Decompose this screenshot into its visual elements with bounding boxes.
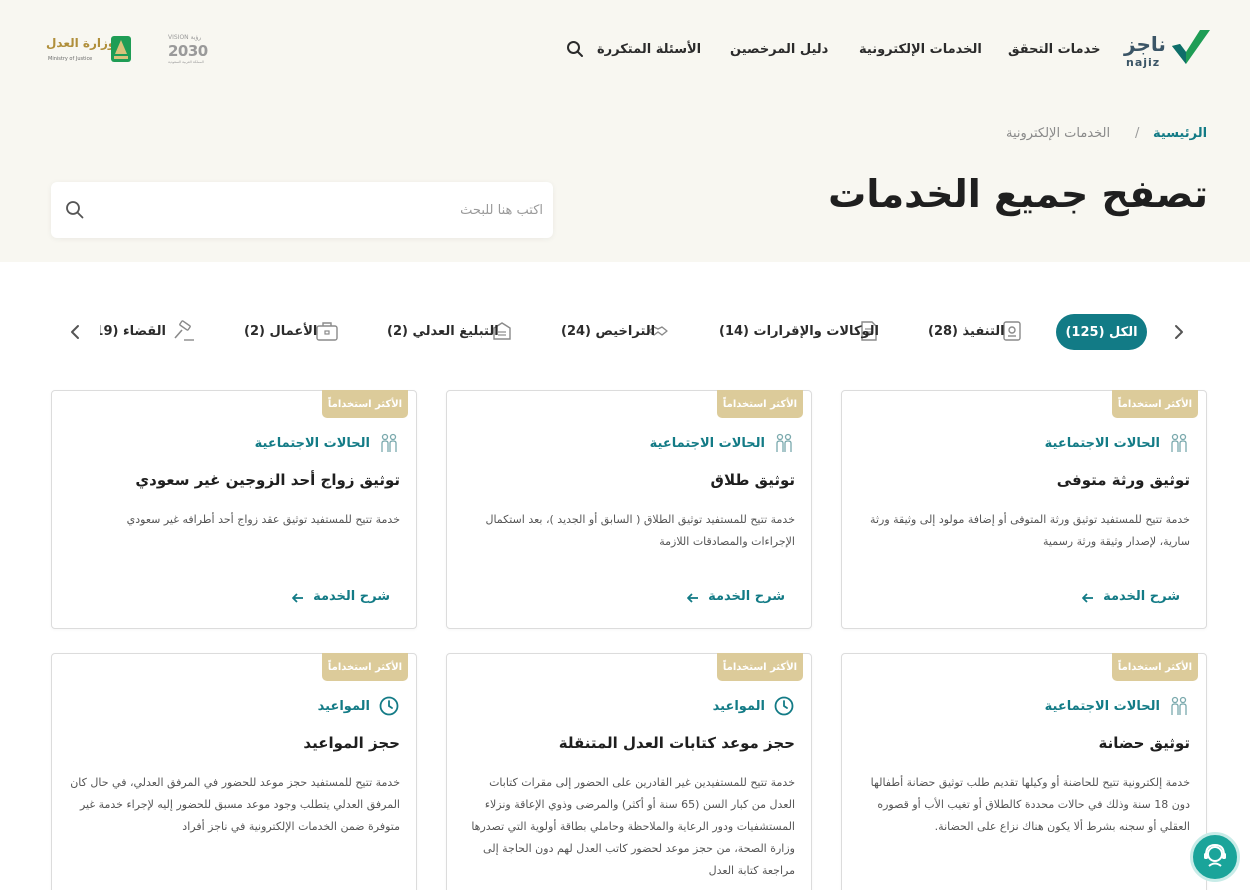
breadcrumb-separator: /	[1135, 126, 1140, 141]
nav-licensees-guide[interactable]: دليل المرخصين	[730, 42, 828, 57]
vision-label: VISION رؤية	[168, 34, 202, 41]
moj-name-ar: وزارة العدل	[46, 36, 116, 50]
card-category: المواعيد	[317, 699, 370, 714]
najiz-logo-ar: ناجز	[1124, 32, 1166, 56]
card-category: المواعيد	[712, 699, 765, 714]
card-description: خدمة تتيح للمستفيد توثيق عقد زواج أحد أط…	[126, 513, 400, 526]
tab-judicial-notification[interactable]: التبليغ العدلي (2)	[387, 324, 499, 339]
service-details-link[interactable]: شرح الخدمة	[708, 589, 785, 604]
service-details-link[interactable]: شرح الخدمة	[313, 589, 390, 604]
card-description: خدمة إلكترونية تتيح للحاضنة أو وكيلها تق…	[870, 776, 1190, 833]
most-used-badge: الأكثر استخداماً	[717, 390, 803, 418]
service-details-link[interactable]: شرح الخدمة	[1103, 589, 1180, 604]
page-title: تصفح جميع الخدمات	[828, 172, 1208, 216]
card-title: توثيق زواج أحد الزوجين غير سعودي	[135, 471, 400, 489]
service-card[interactable]: الأكثر استخداماً الحالات الاجتماعية توثي…	[841, 390, 1207, 629]
service-card[interactable]: الأكثر استخداماً المواعيد حجز موعد كتابا…	[446, 653, 812, 890]
tab-licenses[interactable]: التراخيص (24)	[561, 324, 655, 339]
categories-next-chevron-icon[interactable]	[68, 322, 82, 346]
clock-icon	[773, 695, 795, 721]
most-used-badge: الأكثر استخداماً	[1112, 390, 1198, 418]
vision-subtitle: المملكة العربية السعودية	[168, 60, 204, 64]
tab-business[interactable]: الأعمال (2)	[244, 324, 317, 339]
vision-2030-logo: VISION رؤية 2030 المملكة العربية السعودي…	[166, 34, 216, 68]
card-description: خدمة تتيح للمستفيدين غير القادرين على ال…	[471, 776, 795, 877]
arrow-left-icon[interactable]	[290, 590, 306, 610]
tab-all[interactable]: الكل (125)	[1056, 314, 1147, 350]
card-category: الحالات الاجتماعية	[649, 436, 765, 451]
categories-prev-chevron-icon[interactable]	[1172, 322, 1186, 346]
arrow-left-icon[interactable]	[1080, 590, 1096, 610]
card-title: حجز المواعيد	[303, 734, 400, 752]
headset-agent-icon	[1200, 840, 1230, 874]
family-icon	[378, 432, 400, 458]
nav-e-services[interactable]: الخدمات الإلكترونية	[859, 42, 982, 57]
najiz-logo-en: najiz	[1126, 56, 1161, 69]
card-category: الحالات الاجتماعية	[1044, 436, 1160, 451]
tab-agencies[interactable]: الوكالات والإقرارات (14)	[719, 324, 879, 339]
service-card[interactable]: الأكثر استخداماً الحالات الاجتماعية توثي…	[51, 390, 417, 629]
most-used-badge: الأكثر استخداماً	[322, 653, 408, 681]
card-description: خدمة تتيح للمستفيد توثيق ورثة المتوفى أو…	[870, 513, 1190, 548]
most-used-badge: الأكثر استخداماً	[322, 390, 408, 418]
briefcase-icon	[315, 320, 339, 346]
execution-icon	[1002, 320, 1022, 346]
emblem-icon	[111, 36, 131, 62]
service-card[interactable]: الأكثر استخداماً الحالات الاجتماعية توثي…	[446, 390, 812, 629]
tab-judiciary[interactable]: القضاء (19)	[100, 324, 166, 339]
search-input[interactable]	[107, 192, 543, 228]
ministry-of-justice-logo: وزارة العدل Ministry of Justice	[46, 32, 134, 68]
service-card[interactable]: الأكثر استخداماً الحالات الاجتماعية توثي…	[841, 653, 1207, 890]
moj-name-en: Ministry of Justice	[48, 56, 93, 62]
service-card[interactable]: الأكثر استخداماً المواعيد حجز المواعيد خ…	[51, 653, 417, 890]
breadcrumb-current: الخدمات الإلكترونية	[1006, 126, 1111, 141]
family-icon	[1168, 695, 1190, 721]
card-description: خدمة تتيح للمستفيد توثيق الطلاق ( السابق…	[485, 513, 795, 548]
tab-judiciary-wrap: القضاء (19)	[100, 316, 210, 346]
nav-faq[interactable]: الأسئلة المتكررة	[597, 42, 701, 57]
search-icon[interactable]	[65, 200, 85, 224]
card-category: الحالات الاجتماعية	[254, 436, 370, 451]
card-title: توثيق ورثة متوفى	[1056, 471, 1190, 489]
card-description: خدمة تتيح للمستفيد حجز موعد للحضور في ال…	[70, 776, 400, 833]
service-search	[51, 182, 553, 238]
family-icon	[773, 432, 795, 458]
family-icon	[1168, 432, 1190, 458]
arrow-left-icon[interactable]	[685, 590, 701, 610]
nav-verification-services[interactable]: خدمات التحقق	[1008, 42, 1101, 57]
support-chat-button[interactable]	[1190, 832, 1240, 882]
nav-search-icon[interactable]	[566, 40, 584, 62]
clock-icon	[378, 695, 400, 721]
card-title: توثيق حضانة	[1098, 734, 1191, 752]
breadcrumb-home[interactable]: الرئيسية	[1153, 126, 1207, 141]
najiz-logo[interactable]: ناجز najiz	[1122, 26, 1214, 72]
card-category: الحالات الاجتماعية	[1044, 699, 1160, 714]
najiz-check-icon	[1172, 30, 1210, 64]
vision-year: 2030	[168, 42, 208, 60]
tab-execution[interactable]: التنفيذ (28)	[928, 324, 1005, 339]
card-title: حجز موعد كتابات العدل المتنقلة	[558, 734, 795, 752]
card-title: توثيق طلاق	[710, 471, 795, 489]
most-used-badge: الأكثر استخداماً	[1112, 653, 1198, 681]
most-used-badge: الأكثر استخداماً	[717, 653, 803, 681]
